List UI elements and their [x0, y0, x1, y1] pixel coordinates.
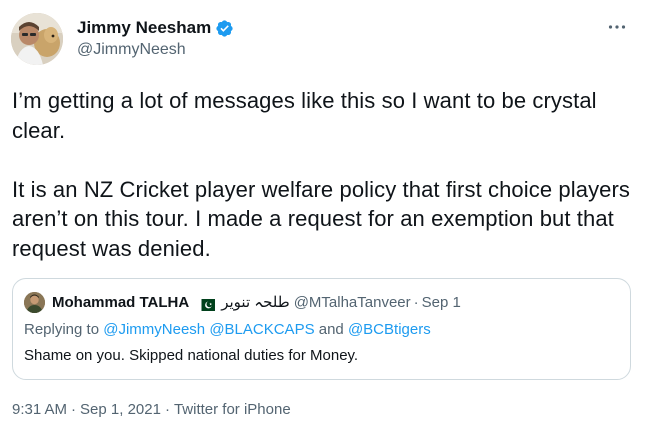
- quoted-header: Mohammad TALHA طلحہ تنویر @MTalhaTanveer…: [52, 293, 461, 313]
- author-handle[interactable]: @JimmyNeesh: [77, 41, 186, 59]
- quoted-tweet[interactable]: Mohammad TALHA طلحہ تنویر @MTalhaTanveer…: [12, 278, 631, 380]
- tweet-paragraph: It is an NZ Cricket player welfare polic…: [12, 176, 631, 261]
- pakistan-flag-icon: [197, 297, 216, 311]
- mention-link[interactable]: @BLACKCAPS: [209, 321, 314, 338]
- tweet-meta: 9:31 AM · Sep 1, 2021 · Twitter for iPhone: [12, 400, 291, 420]
- dot-separator: ·: [71, 401, 77, 418]
- replying-to-label: Replying to: [24, 321, 100, 338]
- author-name[interactable]: Jimmy Neesham: [77, 18, 211, 38]
- and-text: and: [318, 321, 344, 338]
- quoted-date: Sep 1: [421, 294, 461, 311]
- quoted-author-avatar: [24, 292, 45, 313]
- replying-to: Replying to @JimmyNeesh @BLACKCAPS and @…: [24, 320, 431, 340]
- more-options-button[interactable]: [604, 17, 630, 37]
- quoted-author-name-urdu: طلحہ تنویر: [221, 294, 290, 311]
- tweet-time-link[interactable]: 9:31 AM · Sep 1, 2021: [12, 401, 161, 418]
- tweet-text: I’m getting a lot of messages like this …: [12, 86, 640, 264]
- mention-link[interactable]: @JimmyNeesh: [103, 321, 205, 338]
- avatar-image: [24, 292, 45, 313]
- mention-link[interactable]: @BCBtigers: [348, 321, 431, 338]
- quoted-author-handle: @MTalhaTanveer: [293, 294, 411, 311]
- tweet-paragraph: I’m getting a lot of messages like this …: [12, 88, 597, 143]
- verified-badge-icon: [215, 19, 234, 38]
- more-horizontal-icon: [608, 25, 626, 29]
- author-avatar[interactable]: [11, 13, 63, 65]
- tweet: Jimmy Neesham @JimmyNeesh I’m getting a …: [0, 0, 646, 425]
- dot-separator: ·: [164, 401, 170, 418]
- tweet-time: 9:31 AM: [12, 401, 68, 418]
- quoted-text: Shame on you. Skipped national duties fo…: [24, 347, 359, 364]
- tweet-source-link[interactable]: Twitter for iPhone: [174, 401, 291, 418]
- quoted-author-name: Mohammad TALHA: [52, 294, 190, 311]
- avatar-image: [11, 13, 63, 65]
- dot-separator: ·: [413, 294, 419, 311]
- tweet-date: Sep 1, 2021: [80, 401, 161, 418]
- author-name-row: Jimmy Neesham: [77, 17, 234, 39]
